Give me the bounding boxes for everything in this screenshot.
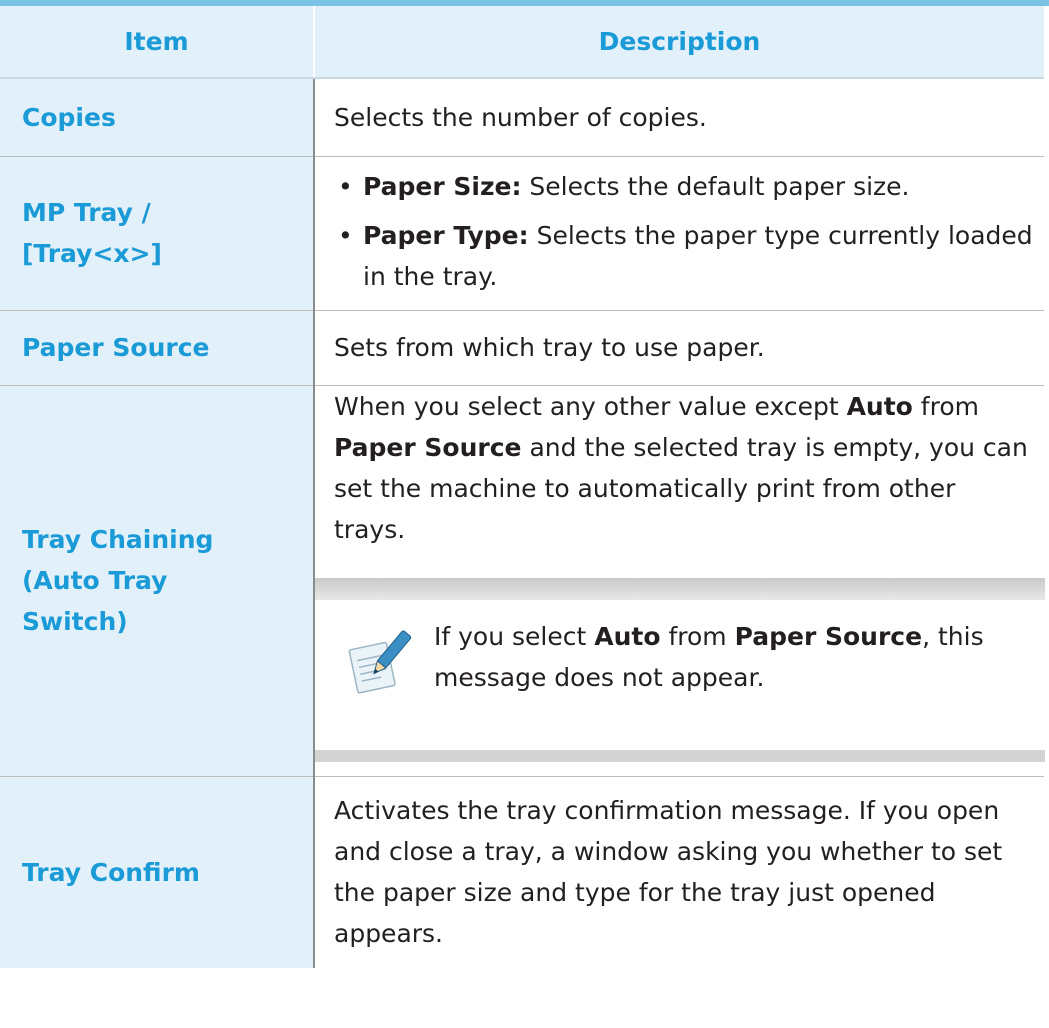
bullet-text: Selects the default paper size. (521, 171, 910, 201)
note-top-bar (315, 577, 1045, 600)
bold-run: Auto (594, 621, 661, 651)
item-mp-tray-line1: MP Tray / (22, 198, 151, 227)
item-tray-chaining-line3: Switch) (22, 607, 128, 636)
bullet-label: Paper Size: (363, 171, 522, 201)
bullet-list: • Paper Size: Selects the default paper s… (334, 166, 1034, 297)
bold-run: Paper Source (334, 432, 522, 462)
note-pencil-icon (348, 630, 412, 694)
desc-paper-source: Sets from which tray to use paper. (313, 310, 1044, 386)
bold-run: Auto (846, 391, 913, 421)
text-run: If you select (434, 621, 595, 651)
table-header: Item Description (0, 6, 1044, 79)
bullet-paper-type: • Paper Type: Selects the paper type curr… (334, 215, 1034, 297)
text-run: from (660, 621, 735, 651)
item-tray-chaining-line2: (Auto Tray (22, 566, 168, 595)
column-header-item: Item (0, 6, 314, 79)
bullet-icon: • (338, 171, 353, 201)
note-bottom-bar (315, 749, 1045, 762)
note-body: If you select Auto from Paper Source, th… (315, 600, 1045, 750)
text-run: When you select any other value except (334, 391, 847, 421)
item-copies: Copies (0, 78, 314, 157)
desc-tray-confirm: Activates the tray confirmation message.… (313, 776, 1044, 968)
table-row: Tray Confirm Activates the tray confirma… (0, 776, 1044, 968)
item-mp-tray: MP Tray / [Tray<x>] (0, 156, 314, 311)
note-text: If you select Auto from Paper Source, th… (434, 616, 1041, 698)
bullet-label: Paper Type: (363, 220, 529, 250)
settings-table: Item Description Copies Selects the numb… (0, 6, 1045, 968)
item-paper-source: Paper Source (0, 310, 314, 386)
desc-mp-tray: • Paper Size: Selects the default paper s… (313, 156, 1044, 311)
item-tray-chaining-line1: Tray Chaining (22, 525, 214, 554)
table-row: MP Tray / [Tray<x>] • Paper Size: Selects… (0, 156, 1044, 311)
table-row: Paper Source Sets from which tray to use… (0, 310, 1044, 386)
table-row: Copies Selects the number of copies. (0, 78, 1044, 157)
note-box: If you select Auto from Paper Source, th… (315, 577, 1045, 762)
column-header-description: Description (313, 6, 1044, 79)
bullet-paper-size: • Paper Size: Selects the default paper s… (334, 166, 1034, 207)
item-tray-chaining: Tray Chaining (Auto Tray Switch) (0, 385, 314, 777)
item-mp-tray-line2: [Tray<x>] (22, 239, 162, 268)
bullet-icon: • (338, 220, 353, 250)
item-tray-confirm: Tray Confirm (0, 776, 314, 968)
bold-run: Paper Source (734, 621, 923, 651)
desc-copies: Selects the number of copies. (313, 78, 1044, 157)
desc-tray-chaining: When you select any other value except A… (313, 385, 1045, 777)
text-run: from (912, 391, 979, 421)
table-row: Tray Chaining (Auto Tray Switch) When yo… (0, 385, 1045, 777)
tray-chaining-paragraph: When you select any other value except A… (334, 386, 1034, 550)
